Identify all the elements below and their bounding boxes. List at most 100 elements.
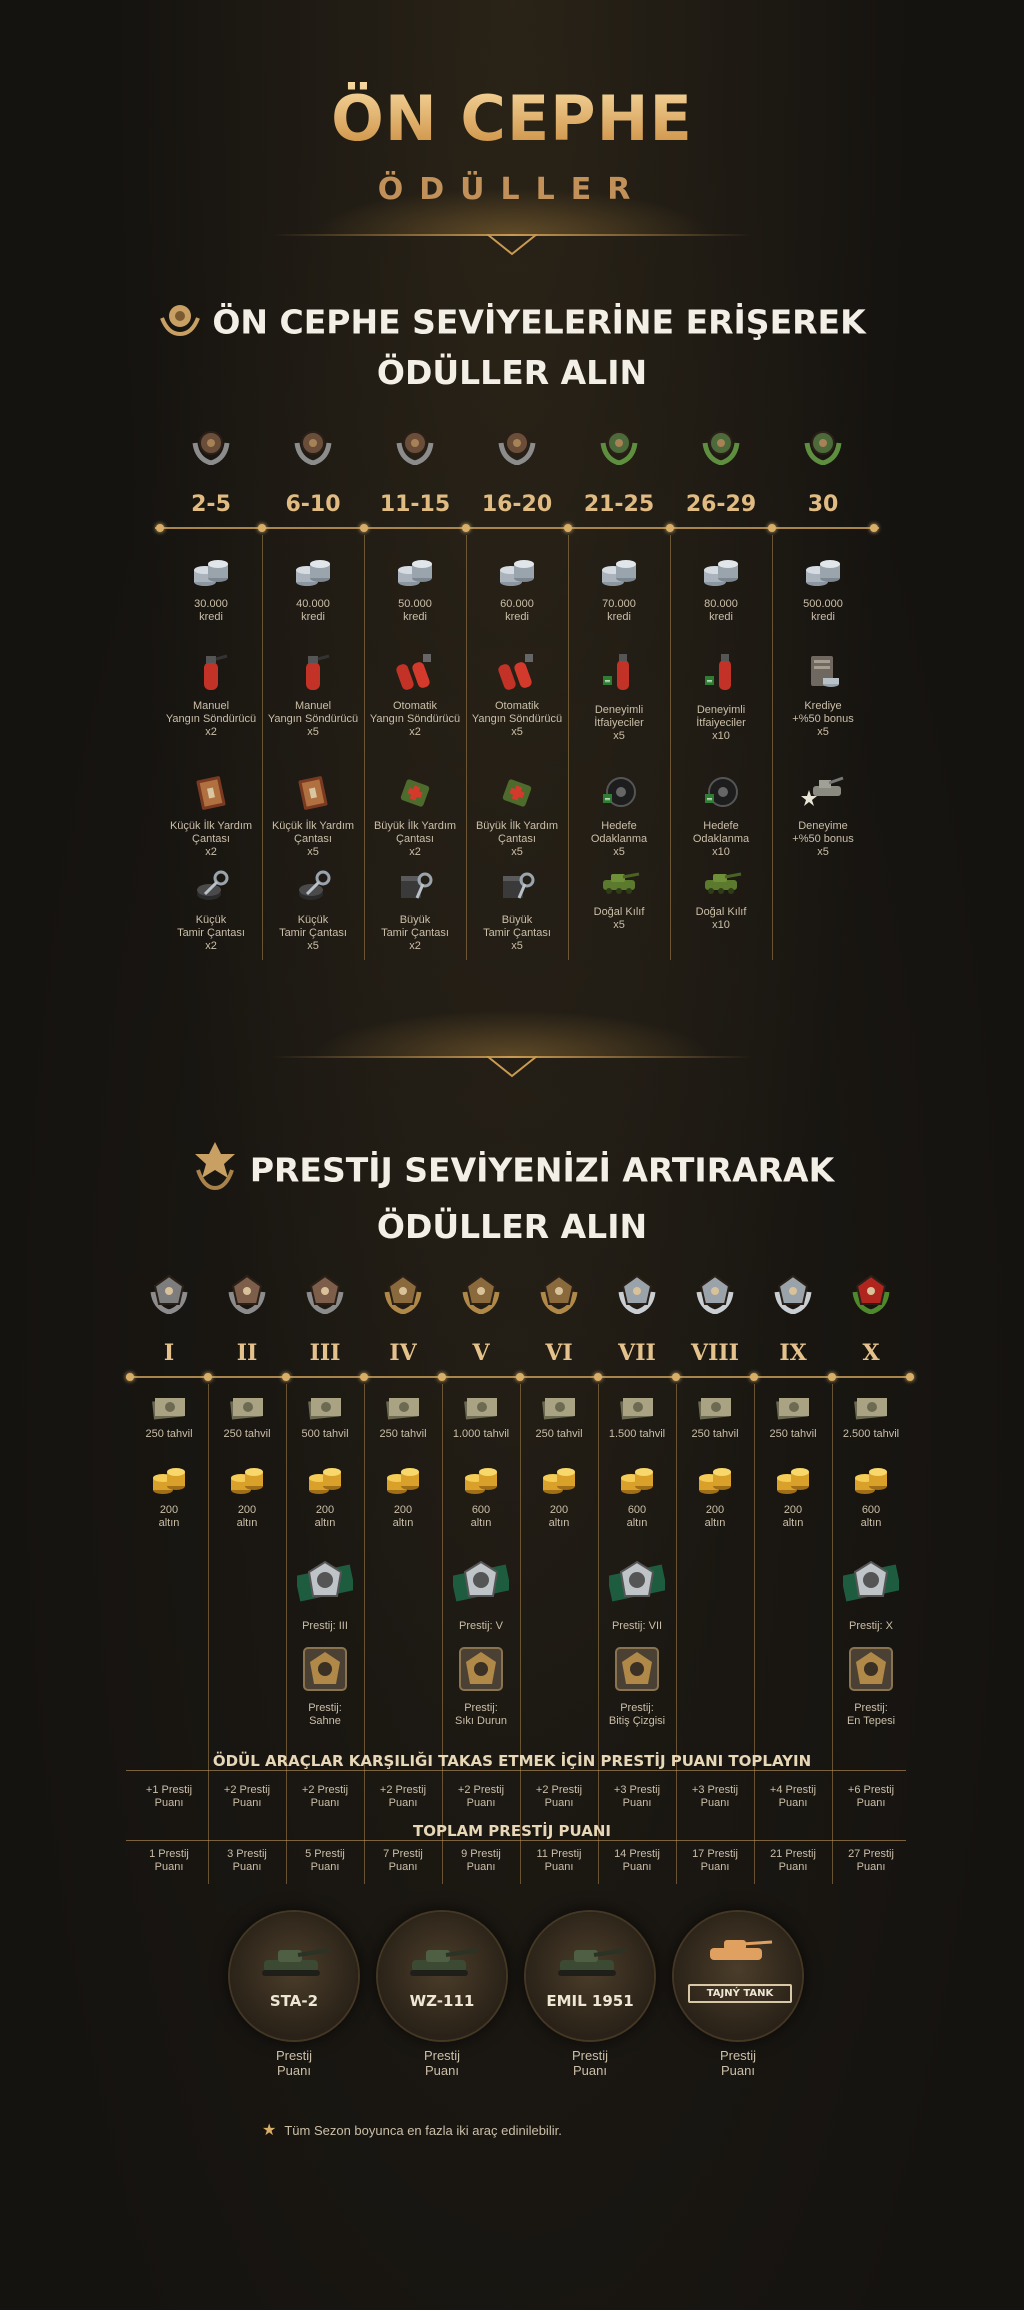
gold-icon xyxy=(598,1466,676,1500)
gold-text: 200 xyxy=(237,1504,257,1516)
gold-icon xyxy=(208,1466,286,1500)
prestige-badge-reward: Prestij: Sahne xyxy=(286,1644,364,1728)
gold-reward: 200 altın xyxy=(520,1466,598,1530)
tank-prestige-points: Prestij Puanı xyxy=(674,2048,802,2078)
prestige-level-label: VII xyxy=(618,1340,656,1366)
xp-bonus-icon xyxy=(772,772,874,816)
reward-item: = Hedefe Odaklanma x10 xyxy=(670,772,772,859)
reward-text: İtfaiyeciler xyxy=(594,717,644,729)
reward-text: kredi xyxy=(403,611,427,623)
reward-text: Doğal Kılıf xyxy=(593,906,645,918)
gold-text: altın xyxy=(158,1517,180,1529)
reward-item: Manuel Yangın Söndürücü x2 xyxy=(160,652,262,739)
reward-item: Büyük İlk Yardım Çantası x5 xyxy=(466,772,568,859)
points-text: +1 Prestij xyxy=(145,1784,193,1796)
points-text: Puanı xyxy=(700,1861,730,1873)
prestige-level-label: IX xyxy=(779,1340,807,1366)
points-text: Puanı xyxy=(310,1797,340,1809)
level-label: 21-25 xyxy=(583,492,655,517)
reward-item: Otomatik Yangın Söndürücü x5 xyxy=(466,652,568,739)
bonds-text: 250 tahvil xyxy=(145,1428,193,1440)
reward-item: = Deneyimli İtfaiyeciler x10 xyxy=(670,652,772,743)
total-prestige-points: 5 Prestij Puanı xyxy=(286,1848,364,1874)
points-text: +6 Prestij xyxy=(847,1784,895,1796)
prestige-points-per-level: +2 Prestij Puanı xyxy=(286,1784,364,1810)
gold-reward: 600 altın xyxy=(598,1466,676,1530)
prestige-badge-icon xyxy=(832,1644,910,1698)
points-text: Puanı xyxy=(856,1861,886,1873)
bonds-text: 250 tahvil xyxy=(223,1428,271,1440)
timeline-dot xyxy=(906,1373,914,1381)
reward-tank-4[interactable]: TAJNÝ TANK xyxy=(674,1912,802,2040)
reward-tank-2[interactable]: WZ-111 xyxy=(378,1912,506,2040)
reward-tank-3[interactable]: EMIL 1951 xyxy=(526,1912,654,2040)
reward-text: Hedefe xyxy=(703,820,739,832)
bonds-reward: 1.000 tahvil xyxy=(442,1394,520,1441)
section2-title-line1: PRESTİJ SEVİYENİZİ ARTIRARAK xyxy=(249,1150,835,1190)
prestige-badge-text: Bitiş Çizgisi xyxy=(608,1715,666,1727)
prestige-emblem-icon xyxy=(773,1272,813,1319)
prestige-level-label: III xyxy=(309,1340,341,1366)
gold-text: altın xyxy=(392,1517,414,1529)
reward-text: Manuel xyxy=(294,700,332,712)
reward-text: x10 xyxy=(712,919,730,931)
tank-icon xyxy=(402,1938,482,1987)
prestige-badge-text: En Tepesi xyxy=(846,1715,896,1727)
reward-text: +%50 bonus xyxy=(792,833,854,845)
reward-item: 60.000 kredi xyxy=(466,556,568,624)
bonds-reward: 250 tahvil xyxy=(364,1394,442,1441)
points-text: 9 Prestij xyxy=(461,1848,501,1860)
reward-text: Küçük xyxy=(297,914,329,926)
level-emblem-icon xyxy=(701,425,741,470)
points-text: +2 Prestij xyxy=(301,1784,349,1796)
credits-icon xyxy=(160,556,262,594)
prestige-emblem-icon xyxy=(190,1140,240,1204)
gold-icon xyxy=(442,1466,520,1500)
reward-text: Çantası xyxy=(396,833,434,845)
laurel-emblem-icon xyxy=(158,298,202,350)
points-text: Puanı xyxy=(154,1797,184,1809)
points-text: Puanı xyxy=(622,1797,652,1809)
reward-tank-1[interactable]: STA-2 xyxy=(230,1912,358,2040)
reward-item: Büyük Tamir Çantası x5 xyxy=(466,866,568,953)
bonds-icon xyxy=(832,1394,910,1424)
reward-text: Deneyimli xyxy=(594,704,644,716)
bonds-icon xyxy=(286,1394,364,1424)
total-prestige-points: 1 Prestij Puanı xyxy=(130,1848,208,1874)
reward-text: x2 xyxy=(205,846,217,858)
level-label: 26-29 xyxy=(685,492,757,517)
reward-item: 500.000 kredi xyxy=(772,556,874,624)
points-text: Puanı xyxy=(310,1861,340,1873)
gold-icon xyxy=(130,1466,208,1500)
total-prestige-points: 27 Prestij Puanı xyxy=(832,1848,910,1874)
prestige-emblem-icon xyxy=(442,1556,520,1616)
points-text: Puanı xyxy=(154,1861,184,1873)
reward-text: x2 xyxy=(409,940,421,952)
bonds-icon xyxy=(130,1394,208,1424)
reward-text: Yangın Söndürücü xyxy=(267,713,359,725)
prestige-badge-text: Prestij: xyxy=(464,1702,498,1714)
reward-item: = Deneyimli İtfaiyeciler x5 xyxy=(568,652,670,743)
prestige-points-per-level: +3 Prestij Puanı xyxy=(676,1784,754,1810)
repair-kit-icon xyxy=(262,866,364,910)
section1-title: ÖN CEPHE SEVİYELERİNE ERİŞEREK ÖDÜLLER A… xyxy=(0,298,1024,396)
bonds-reward: 250 tahvil xyxy=(208,1394,286,1441)
reward-text: 80.000 xyxy=(704,598,738,610)
reward-text: kredi xyxy=(301,611,325,623)
points-text: Puanı xyxy=(544,1861,574,1873)
gold-text: altın xyxy=(860,1517,882,1529)
reward-text: x5 xyxy=(511,846,523,858)
gold-text: 200 xyxy=(315,1504,335,1516)
bonds-reward: 250 tahvil xyxy=(130,1394,208,1441)
reward-text: Büyük İlk Yardım xyxy=(373,820,457,832)
bonds-reward: 250 tahvil xyxy=(754,1394,832,1441)
level-label: 11-15 xyxy=(379,492,451,517)
prestige-badge-icon xyxy=(442,1644,520,1698)
reward-item: Küçük Tamir Çantası x5 xyxy=(262,866,364,953)
points-text: Puanı xyxy=(856,1797,886,1809)
timeline-dot xyxy=(672,1373,680,1381)
reward-text: Doğal Kılıf xyxy=(695,906,747,918)
band-line xyxy=(126,1770,906,1771)
level-emblem-icon xyxy=(293,425,333,470)
reward-text: Büyük xyxy=(399,914,431,926)
